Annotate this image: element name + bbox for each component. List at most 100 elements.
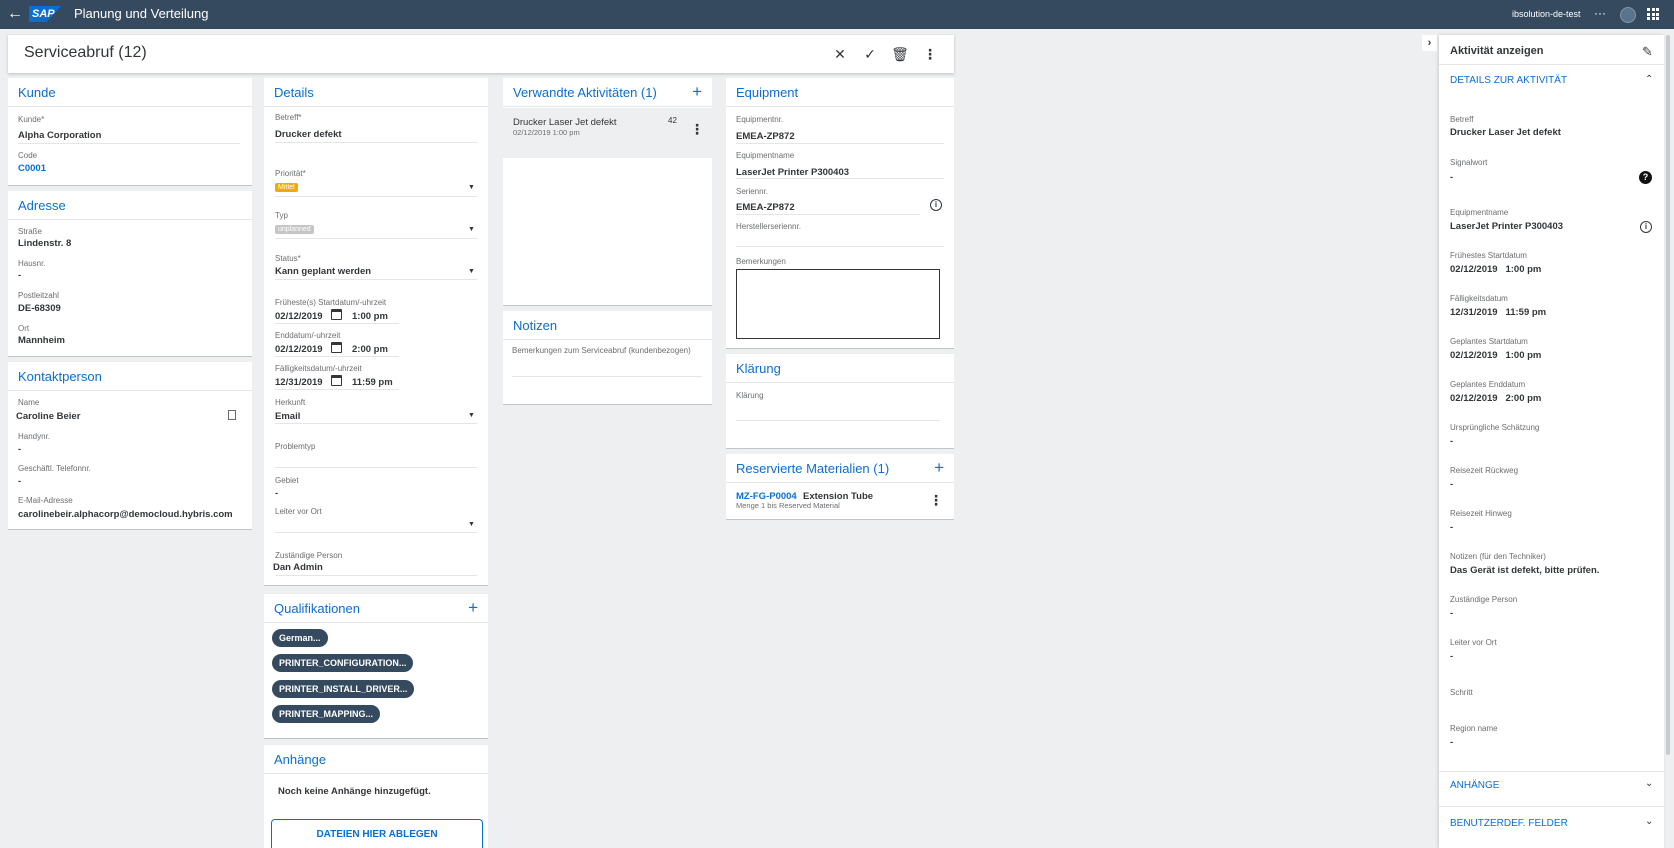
overflow-icon[interactable]: ⋮ [929, 492, 943, 509]
add-material-icon[interactable]: + [934, 458, 944, 478]
prio-select[interactable]: Mittel [275, 183, 298, 192]
status-label: Status* [275, 254, 301, 263]
shell-bar: ← SAP Planung und Verteilung ibsolution-… [0, 0, 1674, 29]
name-label: Name [18, 398, 40, 407]
chevron-down-icon[interactable]: ▼ [468, 268, 475, 275]
equipment-nr-label: Equipmentnr. [736, 115, 784, 124]
user-name[interactable]: ibsolution-de-test [1512, 9, 1581, 19]
overflow-icon[interactable]: ⋮ [921, 45, 939, 63]
person-label: Zuständige Person [275, 551, 343, 560]
chevron-down-icon[interactable]: ▼ [468, 521, 475, 528]
field-label: Betreff [1450, 115, 1474, 124]
problem-label: Problemtyp [275, 442, 316, 451]
handy-label: Handynr. [18, 432, 51, 441]
card-title: Notizen [503, 311, 712, 340]
avatar[interactable] [1620, 7, 1636, 23]
no-attachments-text: Noch keine Anhänge hinzugefügt. [278, 786, 431, 797]
end-date-input[interactable]: 02/12/2019 [275, 344, 323, 355]
qualifikation-chip[interactable]: PRINTER_MAPPING... [272, 705, 381, 723]
field-label: Reisezeit Hinweg [1450, 509, 1512, 518]
end-time-input[interactable]: 2:00 pm [352, 344, 388, 355]
overflow-icon[interactable]: ⋮ [690, 121, 704, 138]
field-value: - [1450, 522, 1454, 533]
herkunft-select[interactable]: Email [275, 411, 300, 422]
field-value: - [1450, 172, 1454, 183]
add-aktivitaet-icon[interactable]: + [692, 82, 702, 102]
delete-icon[interactable]: 🗑 [891, 45, 909, 63]
card-title: Kontaktperson [8, 362, 252, 391]
notes-input[interactable]: Bemerkungen zum Serviceabruf (kundenbezo… [512, 346, 691, 355]
card-klaerung: Klärung [726, 354, 954, 449]
field-value: - [1450, 436, 1454, 447]
field-label: Fälligkeitsdatum [1450, 294, 1508, 303]
card-title: Equipment [726, 78, 954, 107]
help-icon[interactable]: ? [1639, 171, 1652, 184]
chevron-down-icon[interactable]: ▼ [468, 184, 475, 191]
app-grid-icon[interactable] [1647, 8, 1659, 20]
tel-label: Geschäftl. Telefonnr. [18, 464, 91, 473]
more-icon[interactable]: ··· [1594, 6, 1606, 20]
handy-value: - [18, 444, 22, 455]
card-title: Klärung [726, 354, 954, 383]
code-label: Code [18, 151, 38, 160]
field-value: 02/12/2019 2:00 pm [1450, 393, 1542, 404]
edit-icon[interactable]: ✎ [1642, 44, 1653, 60]
betreff-label: Betreff* [275, 113, 302, 122]
details-section-header[interactable]: DETAILS ZUR AKTIVITÄT [1450, 75, 1567, 86]
info-icon[interactable]: i [930, 199, 942, 211]
info-icon[interactable]: i [1640, 221, 1652, 233]
scrollbar[interactable] [1666, 35, 1670, 755]
start-label: Früheste(s) Startdatum/-uhrzeit [275, 298, 387, 307]
back-icon[interactable]: ← [6, 5, 24, 23]
typ-select[interactable]: unplanned [275, 225, 314, 234]
serien-value: EMEA-ZP872 [736, 202, 795, 213]
add-qualifikation-icon[interactable]: + [468, 598, 478, 618]
email-value: carolinebeir.alphacorp@democloud.hybris.… [18, 509, 233, 520]
field-value: 02/12/2019 1:00 pm [1450, 350, 1542, 361]
chevron-down-icon[interactable]: ▼ [468, 412, 475, 419]
card-title: Adresse [8, 191, 252, 220]
typ-label: Typ [275, 211, 288, 220]
qualifikation-chip[interactable]: PRINTER_CONFIGURATION... [272, 654, 414, 672]
field-label: Equipmentname [1450, 208, 1509, 217]
felder-section-header[interactable]: BENUTZERDEF. FELDER [1450, 818, 1568, 829]
betreff-input[interactable]: Drucker defekt [275, 129, 342, 140]
chevron-down-icon[interactable]: ⌄ [1645, 778, 1653, 789]
chevron-down-icon[interactable]: ▼ [468, 226, 475, 233]
due-date-input[interactable]: 12/31/2019 [275, 377, 323, 388]
gebiet-value: - [275, 488, 279, 499]
ort-label: Ort [18, 324, 30, 333]
card-title: Verwandte Aktivitäten (1) [503, 78, 712, 107]
calendar-icon[interactable] [331, 375, 342, 386]
tel-value: - [18, 476, 22, 487]
field-value: Drucker Laser Jet defekt [1450, 127, 1561, 138]
bemerkungen-textarea[interactable] [736, 269, 940, 339]
drop-files-button[interactable]: DATEIEN HIER ABLEGEN [271, 819, 483, 848]
close-icon[interactable]: ✕ [831, 45, 849, 63]
field-value: - [1450, 651, 1454, 662]
hersteller-label: Herstellerseriennr. [736, 222, 801, 231]
chevron-up-icon[interactable]: ⌃ [1645, 74, 1653, 85]
panel-title: Aktivität anzeigen [1450, 45, 1544, 57]
calendar-icon[interactable] [331, 309, 342, 320]
chevron-down-icon[interactable]: ⌄ [1645, 816, 1653, 827]
person-value: Dan Admin [273, 562, 323, 573]
anhaenge-section-header[interactable]: ANHÄNGE [1450, 780, 1499, 791]
qualifikation-chip[interactable]: PRINTER_INSTALL_DRIVER... [272, 680, 415, 698]
status-select[interactable]: Kann geplant werden [275, 266, 371, 277]
field-label: Region name [1450, 724, 1498, 733]
code-link[interactable]: C0001 [18, 163, 46, 174]
prio-label: Priorität* [275, 169, 306, 178]
field-value: LaserJet Printer P300403 [1450, 221, 1564, 232]
field-label: Notizen (für den Techniker) [1450, 552, 1546, 561]
due-time-input[interactable]: 11:59 pm [352, 377, 393, 388]
collapse-panel-icon[interactable]: › [1422, 35, 1437, 51]
qualifikation-chip[interactable]: German... [272, 629, 328, 647]
start-time-input[interactable]: 1:00 pm [352, 311, 388, 322]
kunde-label: Kunde* [18, 115, 45, 124]
contact-card-icon[interactable] [228, 410, 236, 420]
check-icon[interactable]: ✓ [861, 45, 879, 63]
calendar-icon[interactable] [331, 342, 342, 353]
page-title: Serviceabruf (12) [24, 44, 147, 61]
start-date-input[interactable]: 02/12/2019 [275, 311, 323, 322]
